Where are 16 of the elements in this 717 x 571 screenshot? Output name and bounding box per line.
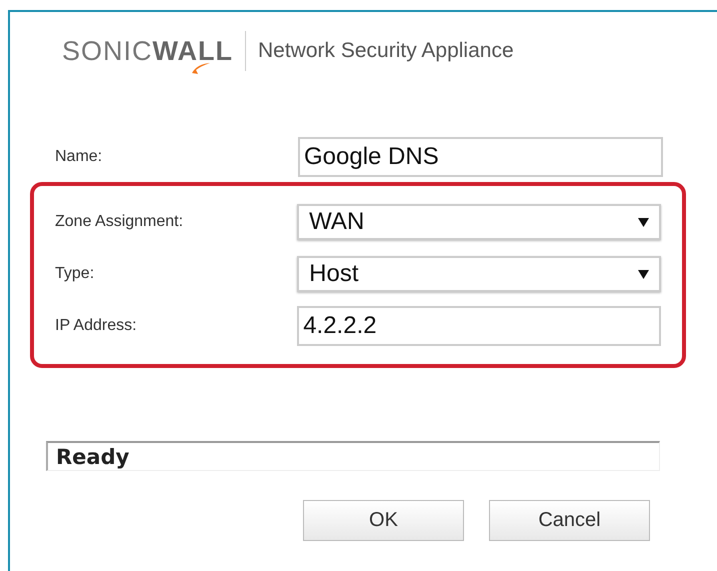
field-label: Zone Assignment: xyxy=(55,213,184,231)
field-label: Name: xyxy=(55,148,104,166)
dropdown[interactable]: WAN xyxy=(297,204,661,240)
dropdown[interactable]: Host xyxy=(297,256,661,292)
field-label: IP Address: xyxy=(55,317,138,335)
caret-icon xyxy=(638,218,649,226)
ok-button[interactable]: OK xyxy=(303,500,464,541)
cancel-button[interactable]: Cancel xyxy=(489,500,650,541)
swoosh-icon xyxy=(191,61,211,75)
field-label: Type: xyxy=(55,265,96,283)
input-field[interactable]: Google DNS xyxy=(298,137,663,177)
logo-text: SONICWALL xyxy=(62,38,233,64)
status-bar: Ready xyxy=(46,441,660,471)
caret-icon xyxy=(638,270,649,278)
input-field[interactable]: 4.2.2.2 xyxy=(297,306,661,346)
product-title: Network Security Appliance xyxy=(258,39,514,63)
